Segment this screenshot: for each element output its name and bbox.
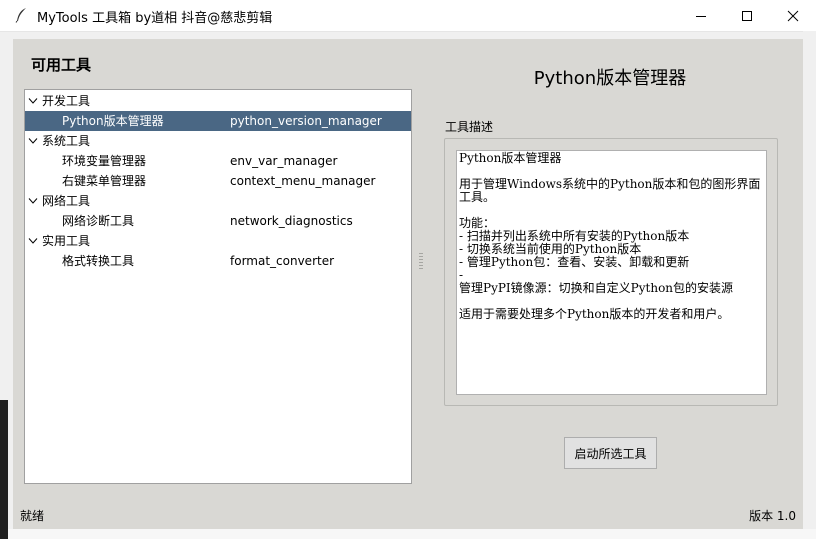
background-window-bottom <box>8 529 816 539</box>
background-window-edge <box>0 400 8 539</box>
caret-down-icon <box>28 138 38 144</box>
tree-category-system[interactable]: 系统工具 <box>25 131 411 151</box>
tool-name: Python版本管理器 <box>62 114 164 128</box>
tool-id: context_menu_manager <box>230 174 376 188</box>
close-icon <box>787 10 799 21</box>
tree-category-network[interactable]: 网络工具 <box>25 191 411 211</box>
category-label: 开发工具 <box>42 94 91 108</box>
close-button[interactable] <box>770 0 816 31</box>
description-text[interactable]: Python版本管理器 用于管理Windows系统中的Python版本和包的图形… <box>456 150 767 395</box>
tool-id: python_version_manager <box>230 114 382 128</box>
tool-name: 环境变量管理器 <box>62 154 147 168</box>
tool-tree[interactable]: 开发工具 Python版本管理器 python_version_manager … <box>24 89 412 484</box>
feather-icon <box>15 8 26 23</box>
panel-title: 可用工具 <box>31 56 92 74</box>
category-label: 网络工具 <box>42 194 91 208</box>
tree-item-format-converter[interactable]: 格式转换工具 format_converter <box>25 251 411 271</box>
maximize-button[interactable] <box>724 0 770 31</box>
minimize-button[interactable] <box>678 0 724 31</box>
tool-name: 格式转换工具 <box>62 254 135 268</box>
tool-id: format_converter <box>230 254 335 268</box>
selected-tool-title: Python版本管理器 <box>533 68 687 89</box>
caret-down-icon <box>28 238 38 244</box>
maximize-icon <box>742 10 752 21</box>
tool-id: env_var_manager <box>230 154 338 168</box>
tree-category-dev[interactable]: 开发工具 <box>25 91 411 111</box>
launch-tool-button[interactable]: 启动所选工具 <box>564 437 657 469</box>
description-label: 工具描述 <box>445 120 494 134</box>
tool-name: 右键菜单管理器 <box>62 174 147 188</box>
tree-item-python-version-manager[interactable]: Python版本管理器 python_version_manager <box>25 111 411 131</box>
status-text: 就绪 <box>20 509 45 523</box>
caret-down-icon <box>28 98 38 104</box>
caret-down-icon <box>28 198 38 204</box>
window-title: MyTools 工具箱 by道相 抖音@慈悲剪辑 <box>37 11 273 26</box>
tree-item-env-var-manager[interactable]: 环境变量管理器 env_var_manager <box>25 151 411 171</box>
category-label: 系统工具 <box>42 134 91 148</box>
tree-item-network-diagnostics[interactable]: 网络诊断工具 network_diagnostics <box>25 211 411 231</box>
version-label: 版本 1.0 <box>749 509 796 523</box>
pane-sash-grip[interactable] <box>419 253 423 273</box>
title-bar: MyTools 工具箱 by道相 抖音@慈悲剪辑 <box>0 0 816 32</box>
tree-category-utility[interactable]: 实用工具 <box>25 231 411 251</box>
tool-name: 网络诊断工具 <box>62 214 135 228</box>
category-label: 实用工具 <box>42 234 91 248</box>
minimize-icon <box>696 15 706 17</box>
status-bar: 就绪 版本 1.0 <box>18 505 800 527</box>
background-window <box>803 31 816 539</box>
tool-id: network_diagnostics <box>230 214 353 228</box>
tree-item-context-menu-manager[interactable]: 右键菜单管理器 context_menu_manager <box>25 171 411 191</box>
